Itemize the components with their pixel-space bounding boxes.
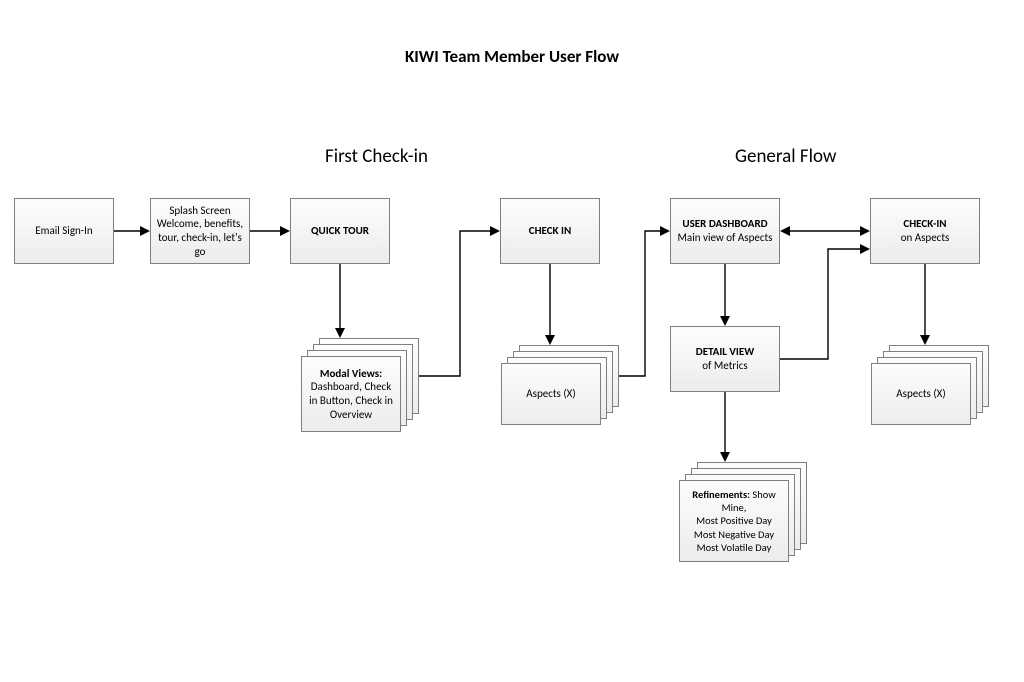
box-label: CHECK IN: [529, 224, 571, 238]
box-check-in: CHECK IN: [500, 198, 600, 264]
box-email-signin: Email Sign-In: [14, 198, 114, 264]
box-label: CHECK-IN on Aspects: [901, 217, 950, 245]
section-heading-general-flow: General Flow: [735, 145, 837, 168]
diagram-title: KIWI Team Member User Flow: [0, 46, 1024, 67]
box-label: Aspects (X): [526, 387, 575, 401]
box-label: DETAIL VIEW of Metrics: [696, 345, 754, 373]
box-label: QUICK TOUR: [311, 224, 369, 238]
box-splash-screen: Splash Screen Welcome, benefits, tour, c…: [150, 198, 250, 264]
box-label: Splash Screen Welcome, benefits, tour, c…: [155, 204, 245, 259]
box-user-dashboard: USER DASHBOARD Main view of Aspects: [670, 198, 780, 264]
box-detail-view: DETAIL VIEW of Metrics: [670, 326, 780, 392]
box-checkin-aspects: CHECK-IN on Aspects: [870, 198, 980, 264]
box-label: Modal Views: Dashboard, Check in Button,…: [306, 367, 396, 422]
section-heading-first-checkin: First Check-in: [325, 145, 428, 168]
connectors: [0, 0, 1024, 682]
box-quick-tour: QUICK TOUR: [290, 198, 390, 264]
box-modal-views: Modal Views: Dashboard, Check in Button,…: [301, 356, 401, 432]
box-label: Aspects (X): [896, 387, 945, 401]
box-aspects-x-1: Aspects (X): [501, 363, 601, 425]
box-label: USER DASHBOARD Main view of Aspects: [678, 217, 773, 245]
box-label: Email Sign-In: [35, 224, 92, 238]
box-aspects-x-2: Aspects (X): [871, 363, 971, 425]
box-refinements: Refinements: Show Mine, Most Positive Da…: [679, 480, 789, 562]
box-label: Refinements: Show Mine, Most Positive Da…: [684, 488, 784, 554]
